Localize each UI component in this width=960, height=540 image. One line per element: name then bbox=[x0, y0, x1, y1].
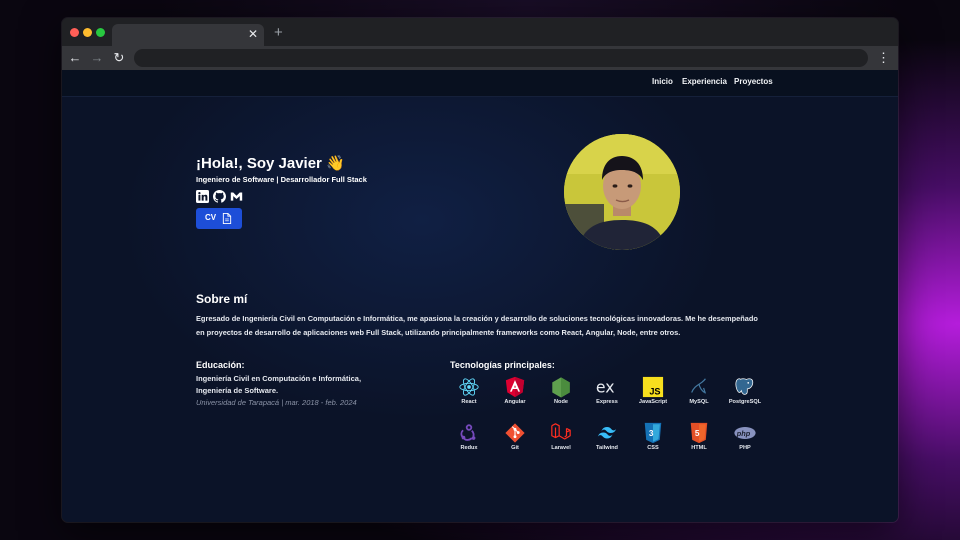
git-icon bbox=[505, 423, 525, 443]
tech-label: Laravel bbox=[551, 445, 571, 451]
php-icon: php bbox=[734, 427, 756, 439]
tailwind-icon bbox=[597, 427, 617, 439]
education-meta: Universidad de Tarapacá | mar. 2018 - fe… bbox=[196, 398, 357, 407]
about-title: Sobre mí bbox=[196, 292, 248, 306]
tech-item-node: Node bbox=[538, 376, 584, 410]
angular-icon bbox=[505, 376, 525, 398]
tech-label: React bbox=[461, 399, 477, 405]
about-text: Egresado de Ingeniería Civil en Computac… bbox=[196, 314, 758, 337]
browser-window: ✕ + ← → ↻ ⋮ Inicio Experiencia Proyectos… bbox=[62, 18, 898, 522]
tech-item-redux: Redux bbox=[446, 422, 492, 456]
tech-label: HTML bbox=[691, 445, 707, 451]
tech-label: Tailwind bbox=[596, 445, 618, 451]
profile-photo bbox=[564, 134, 680, 250]
close-window-button[interactable] bbox=[70, 28, 79, 37]
education-degree: Ingeniería Civil en Computación e Inform… bbox=[196, 374, 362, 395]
tech-item-html: 5 HTML bbox=[676, 422, 722, 456]
tech-item-react: React bbox=[446, 376, 492, 410]
tech-item-css: 3 CSS bbox=[630, 422, 676, 456]
tech-item-angular: Angular bbox=[492, 376, 538, 410]
laravel-icon bbox=[551, 423, 571, 440]
site-navbar: Inicio Experiencia Proyectos bbox=[62, 70, 898, 97]
nav-link-proyectos[interactable]: Proyectos bbox=[734, 77, 773, 86]
css-icon: 3 bbox=[644, 422, 662, 444]
tech-label: PostgreSQL bbox=[728, 399, 762, 405]
tech-item-express: ex Express bbox=[584, 376, 630, 410]
education-heading: Educación: bbox=[196, 360, 245, 370]
tech-label: MySQL bbox=[689, 399, 709, 405]
tech-label: Angular bbox=[504, 399, 526, 405]
hero-subtitle: Ingeniero de Software | Desarrollador Fu… bbox=[196, 175, 367, 184]
reload-icon[interactable]: ↻ bbox=[110, 49, 128, 67]
cv-button-label: CV bbox=[205, 213, 217, 222]
tech-item-php: php PHP bbox=[722, 422, 768, 456]
tech-label: CSS bbox=[647, 445, 659, 451]
javascript-icon: JS bbox=[642, 376, 664, 398]
svg-text:JS: JS bbox=[649, 386, 660, 396]
page-viewport: Inicio Experiencia Proyectos ¡Hola!, Soy… bbox=[62, 70, 898, 522]
svg-text:ex: ex bbox=[596, 378, 615, 397]
svg-text:3: 3 bbox=[649, 429, 654, 438]
minimize-window-button[interactable] bbox=[83, 28, 92, 37]
github-icon[interactable] bbox=[213, 190, 226, 203]
redux-icon bbox=[460, 424, 476, 441]
tech-label: Git bbox=[511, 445, 519, 451]
maximize-window-button[interactable] bbox=[96, 28, 105, 37]
forward-arrow-icon[interactable]: → bbox=[88, 49, 106, 67]
tech-item-mysql: MySQL bbox=[676, 376, 722, 410]
tech-label: Redux bbox=[460, 445, 478, 451]
tab-bar: ✕ + bbox=[62, 18, 898, 46]
node-icon bbox=[552, 377, 570, 398]
linkedin-icon[interactable] bbox=[196, 190, 209, 203]
new-tab-icon[interactable]: + bbox=[274, 24, 283, 42]
html-icon: 5 bbox=[690, 422, 708, 444]
tech-item-git: Git bbox=[492, 422, 538, 456]
back-arrow-icon[interactable]: ← bbox=[66, 49, 84, 67]
tech-item-javascript: JS JavaScript bbox=[630, 376, 676, 410]
tech-label: JavaScript bbox=[638, 399, 668, 405]
gmail-icon[interactable] bbox=[230, 190, 243, 203]
mysql-icon bbox=[691, 378, 706, 394]
express-icon: ex bbox=[596, 378, 615, 397]
document-icon bbox=[222, 213, 232, 224]
tab-close-icon[interactable]: ✕ bbox=[248, 26, 258, 42]
svg-text:5: 5 bbox=[695, 429, 700, 438]
technologies-heading: Tecnologías principales: bbox=[450, 360, 555, 370]
browser-toolbar: ← → ↻ ⋮ bbox=[62, 46, 898, 70]
tech-item-tailwind: Tailwind bbox=[584, 422, 630, 456]
postgresql-icon bbox=[735, 378, 754, 395]
svg-text:php: php bbox=[736, 429, 751, 438]
tech-label: Express bbox=[596, 399, 618, 405]
tech-item-postgresql: PostgreSQL bbox=[722, 376, 768, 410]
browser-tab[interactable]: ✕ bbox=[112, 24, 264, 46]
tech-item-laravel: Laravel bbox=[538, 422, 584, 456]
nav-link-experiencia[interactable]: Experiencia bbox=[682, 77, 727, 86]
hero-greeting: ¡Hola!, Soy Javier 👋 bbox=[196, 155, 345, 172]
cv-download-button[interactable]: CV bbox=[196, 208, 242, 229]
address-bar[interactable] bbox=[134, 49, 868, 67]
react-icon bbox=[459, 378, 479, 396]
nav-link-inicio[interactable]: Inicio bbox=[652, 77, 673, 86]
tech-label: PHP bbox=[739, 445, 751, 451]
browser-menu-icon[interactable]: ⋮ bbox=[877, 49, 890, 67]
tech-label: Node bbox=[554, 399, 568, 405]
